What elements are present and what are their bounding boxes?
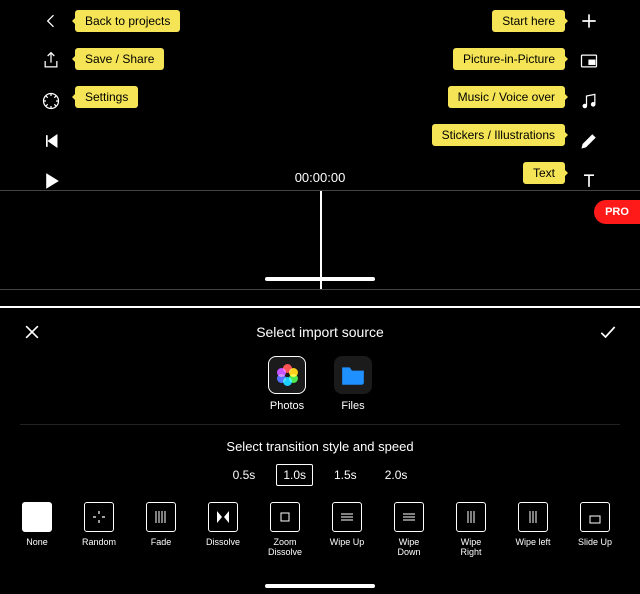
folder-icon (340, 364, 366, 386)
transition-slide-down[interactable]: Slide Down (636, 502, 640, 558)
music-icon[interactable] (578, 90, 600, 112)
home-indicator (265, 277, 375, 281)
left-toolbar (40, 10, 62, 192)
draw-icon[interactable] (578, 130, 600, 152)
transition-slide-up[interactable]: Slide Up (574, 502, 616, 548)
slide-up-icon (580, 502, 610, 532)
settings-icon[interactable] (40, 90, 62, 112)
transition-wipe-up[interactable]: Wipe Up (326, 502, 368, 548)
dissolve-icon (208, 502, 238, 532)
fade-icon (146, 502, 176, 532)
transition-random[interactable]: Random (78, 502, 120, 548)
speed-option[interactable]: 0.5s (226, 464, 263, 486)
transition-options: None Random Fade Dissolve (0, 502, 640, 558)
sheet-header: Select import source (0, 308, 640, 350)
transition-wipe-down[interactable]: Wipe Down (388, 502, 430, 558)
tooltip-share: Save / Share (75, 48, 164, 70)
source-label: Photos (270, 400, 304, 412)
random-icon (84, 502, 114, 532)
transition-none[interactable]: None (16, 502, 58, 548)
source-files[interactable]: Files (334, 356, 372, 412)
wipe-up-icon (332, 502, 362, 532)
add-icon[interactable] (578, 10, 600, 32)
tooltip-text: Text (523, 162, 565, 184)
transition-title: Select transition style and speed (0, 439, 640, 454)
editor-top-area: Back to projects Save / Share Settings S… (0, 0, 640, 300)
speed-options: 0.5s 1.0s 1.5s 2.0s (0, 464, 640, 486)
text-icon[interactable] (578, 170, 600, 192)
share-icon[interactable] (40, 50, 62, 72)
right-toolbar (578, 10, 600, 192)
tooltip-draw: Stickers / Illustrations (432, 124, 565, 146)
zoom-dissolve-icon (270, 502, 300, 532)
speed-option[interactable]: 2.0s (378, 464, 415, 486)
home-indicator (265, 584, 375, 588)
wipe-left-icon (518, 502, 548, 532)
playhead[interactable] (320, 191, 322, 289)
transition-wipe-right[interactable]: Wipe Right (450, 502, 492, 558)
back-icon[interactable] (40, 10, 62, 32)
photos-icon (276, 364, 298, 386)
tooltip-audio: Music / Voice over (448, 86, 565, 108)
timecode-display: 00:00:00 (295, 170, 346, 185)
transition-dissolve[interactable]: Dissolve (202, 502, 244, 548)
speed-option[interactable]: 1.0s (276, 464, 313, 486)
wipe-right-icon (456, 502, 486, 532)
transition-fade[interactable]: Fade (140, 502, 182, 548)
tooltip-back: Back to projects (75, 10, 180, 32)
tooltip-add: Start here (492, 10, 565, 32)
wipe-down-icon (394, 502, 424, 532)
transition-wipe-left[interactable]: Wipe left (512, 502, 554, 548)
sheet-title: Select import source (256, 324, 384, 340)
source-label: Files (341, 400, 364, 412)
pro-badge[interactable]: PRO (594, 200, 640, 224)
timeline[interactable] (0, 190, 640, 290)
import-sources: Photos Files (20, 356, 620, 425)
tooltip-settings: Settings (75, 86, 138, 108)
tooltip-pip: Picture-in-Picture (453, 48, 565, 70)
source-photos[interactable]: Photos (268, 356, 306, 412)
transition-zoom-dissolve[interactable]: Zoom Dissolve (264, 502, 306, 558)
skip-start-icon[interactable] (40, 130, 62, 152)
close-icon[interactable] (22, 322, 42, 342)
play-icon[interactable] (40, 170, 62, 192)
none-icon (22, 502, 52, 532)
import-sheet: Select import source Photos (0, 306, 640, 594)
confirm-icon[interactable] (598, 322, 618, 342)
speed-option[interactable]: 1.5s (327, 464, 364, 486)
pip-icon[interactable] (578, 50, 600, 72)
